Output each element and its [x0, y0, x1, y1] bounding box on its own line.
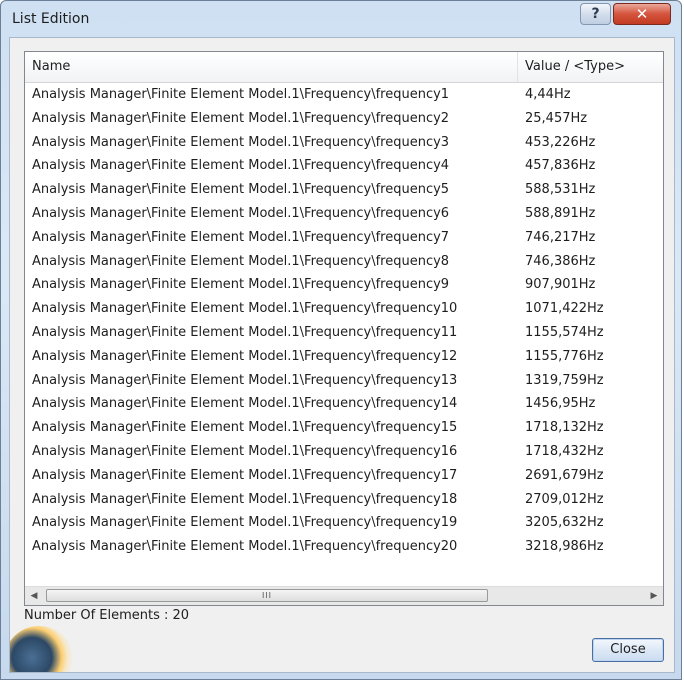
item-value: 746,217Hz: [525, 229, 596, 245]
list-item[interactable]: Analysis Manager\Finite Element Model.1\…: [25, 107, 663, 131]
elements-list[interactable]: Name Value / <Type> Analysis Manager\Fin…: [24, 51, 664, 606]
list-item[interactable]: Analysis Manager\Finite Element Model.1\…: [25, 511, 663, 535]
item-name: Analysis Manager\Finite Element Model.1\…: [32, 467, 458, 483]
column-header-value[interactable]: Value / <Type>: [518, 52, 663, 82]
horizontal-scrollbar[interactable]: ◀ III ▶: [25, 586, 663, 605]
dialog-body: Name Value / <Type> Analysis Manager\Fin…: [9, 37, 675, 673]
item-value: 2691,679Hz: [525, 467, 604, 483]
item-value: 1718,432Hz: [525, 443, 604, 459]
list-item[interactable]: Analysis Manager\Finite Element Model.1\…: [25, 297, 663, 321]
list-item[interactable]: Analysis Manager\Finite Element Model.1\…: [25, 202, 663, 226]
help-button[interactable]: ?: [580, 3, 611, 25]
item-name: Analysis Manager\Finite Element Model.1\…: [32, 134, 450, 150]
column-header-name[interactable]: Name: [25, 52, 518, 82]
list-item[interactable]: Analysis Manager\Finite Element Model.1\…: [25, 369, 663, 393]
item-name: Analysis Manager\Finite Element Model.1\…: [32, 539, 458, 555]
window-title: List Edition: [12, 11, 90, 27]
item-value: 453,226Hz: [525, 134, 596, 150]
item-name: Analysis Manager\Finite Element Model.1\…: [32, 229, 450, 245]
window-close-button[interactable]: ✕: [613, 3, 671, 25]
list-item[interactable]: Analysis Manager\Finite Element Model.1\…: [25, 464, 663, 488]
element-count: Number Of Elements : 20: [24, 608, 190, 623]
question-icon: ?: [591, 6, 600, 22]
close-button[interactable]: Close: [592, 638, 664, 662]
list-item[interactable]: Analysis Manager\Finite Element Model.1\…: [25, 535, 663, 559]
item-name: Analysis Manager\Finite Element Model.1\…: [32, 110, 450, 126]
item-name: Analysis Manager\Finite Element Model.1\…: [32, 277, 450, 293]
item-name: Analysis Manager\Finite Element Model.1\…: [32, 182, 450, 198]
list-edition-dialog: List Edition ? ✕ Name Value / <Type> Ana…: [0, 0, 682, 680]
item-name: Analysis Manager\Finite Element Model.1\…: [32, 515, 458, 531]
list-item[interactable]: Analysis Manager\Finite Element Model.1\…: [25, 440, 663, 464]
item-name: Analysis Manager\Finite Element Model.1\…: [32, 205, 450, 221]
item-value: 746,386Hz: [525, 253, 596, 269]
list-item[interactable]: Analysis Manager\Finite Element Model.1\…: [25, 392, 663, 416]
arrow-right-icon[interactable]: ▶: [645, 587, 663, 605]
item-value: 25,457Hz: [525, 110, 588, 126]
item-name: Analysis Manager\Finite Element Model.1\…: [32, 301, 458, 317]
list-header: Name Value / <Type>: [25, 52, 663, 83]
item-value: 457,836Hz: [525, 158, 596, 174]
item-value: 1456,95Hz: [525, 396, 596, 412]
item-name: Analysis Manager\Finite Element Model.1\…: [32, 420, 458, 436]
list-item[interactable]: Analysis Manager\Finite Element Model.1\…: [25, 131, 663, 155]
item-value: 1155,776Hz: [525, 348, 604, 364]
item-value: 2709,012Hz: [525, 491, 604, 507]
item-value: 1319,759Hz: [525, 372, 604, 388]
item-name: Analysis Manager\Finite Element Model.1\…: [32, 348, 458, 364]
list-item[interactable]: Analysis Manager\Finite Element Model.1\…: [25, 273, 663, 297]
item-name: Analysis Manager\Finite Element Model.1\…: [32, 158, 450, 174]
list-item[interactable]: Analysis Manager\Finite Element Model.1\…: [25, 416, 663, 440]
item-name: Analysis Manager\Finite Element Model.1\…: [32, 443, 458, 459]
list-item[interactable]: Analysis Manager\Finite Element Model.1\…: [25, 154, 663, 178]
item-value: 3205,632Hz: [525, 515, 604, 531]
scrollbar-thumb[interactable]: III: [46, 589, 488, 602]
item-value: 3218,986Hz: [525, 539, 604, 555]
item-value: 4,44Hz: [525, 87, 571, 102]
globe-logo-icon: [10, 626, 74, 672]
arrow-left-icon[interactable]: ◀: [25, 587, 43, 605]
item-value: 1718,132Hz: [525, 420, 604, 436]
close-icon: ✕: [635, 5, 649, 23]
item-name: Analysis Manager\Finite Element Model.1\…: [32, 324, 458, 340]
list-item[interactable]: Analysis Manager\Finite Element Model.1\…: [25, 488, 663, 512]
item-name: Analysis Manager\Finite Element Model.1\…: [32, 87, 450, 102]
item-value: 1155,574Hz: [525, 324, 604, 340]
list-item[interactable]: Analysis Manager\Finite Element Model.1\…: [25, 226, 663, 250]
list-item[interactable]: Analysis Manager\Finite Element Model.1\…: [25, 83, 663, 107]
list-item[interactable]: Analysis Manager\Finite Element Model.1\…: [25, 345, 663, 369]
item-name: Analysis Manager\Finite Element Model.1\…: [32, 396, 458, 412]
list-item[interactable]: Analysis Manager\Finite Element Model.1\…: [25, 250, 663, 274]
item-name: Analysis Manager\Finite Element Model.1\…: [32, 491, 458, 507]
list-item[interactable]: Analysis Manager\Finite Element Model.1\…: [25, 321, 663, 345]
item-value: 588,531Hz: [525, 182, 596, 198]
list-item[interactable]: Analysis Manager\Finite Element Model.1\…: [25, 178, 663, 202]
list-rows: Analysis Manager\Finite Element Model.1\…: [25, 83, 663, 559]
title-bar[interactable]: List Edition ? ✕: [1, 1, 681, 37]
item-value: 588,891Hz: [525, 205, 596, 221]
item-name: Analysis Manager\Finite Element Model.1\…: [32, 253, 450, 269]
item-value: 907,901Hz: [525, 277, 596, 293]
item-value: 1071,422Hz: [525, 301, 604, 317]
item-name: Analysis Manager\Finite Element Model.1\…: [32, 372, 458, 388]
